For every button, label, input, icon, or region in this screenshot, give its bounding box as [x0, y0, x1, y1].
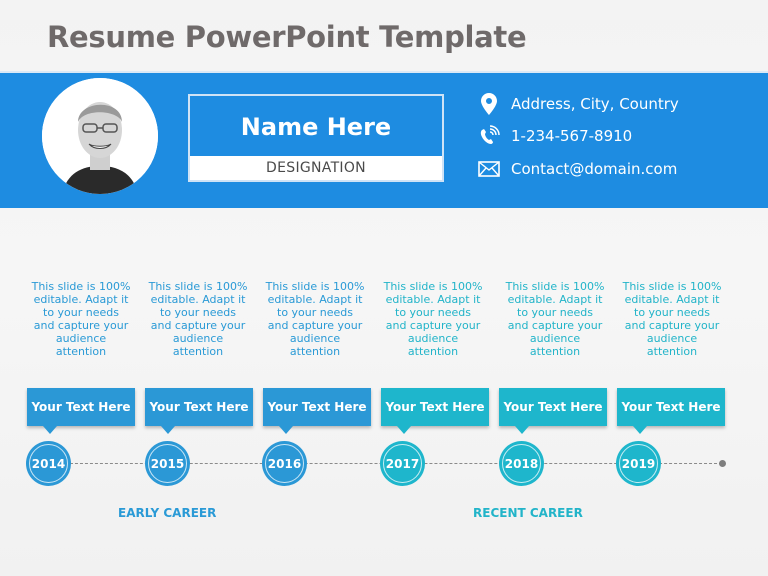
slide-title: Resume PowerPoint Template — [47, 20, 527, 54]
timeline-description: This slide is 100% editable. Adapt it to… — [31, 280, 131, 358]
timeline-end-dot — [719, 460, 726, 467]
year-badge: 2014 — [26, 441, 71, 486]
person-name: Name Here — [240, 112, 392, 141]
early-career-label: EARLY CAREER — [118, 506, 217, 520]
envelope-icon — [478, 158, 500, 180]
phone-icon — [478, 125, 500, 147]
location-pin-icon — [478, 93, 500, 115]
timeline-callout: Your Text Here — [145, 388, 253, 434]
year-badge: 2016 — [262, 441, 307, 486]
timeline-description: This slide is 100% editable. Adapt it to… — [265, 280, 365, 358]
person-designation: DESIGNATION — [190, 156, 442, 180]
timeline-callout: Your Text Here — [27, 388, 135, 434]
email-text: Contact@domain.com — [511, 160, 678, 178]
timeline-callout: Your Text Here — [499, 388, 607, 434]
timeline-description: This slide is 100% editable. Adapt it to… — [148, 280, 248, 358]
timeline-callout: Your Text Here — [381, 388, 489, 434]
year-badge: 2015 — [145, 441, 190, 486]
year-badge: 2018 — [499, 441, 544, 486]
timeline-callout: Your Text Here — [263, 388, 371, 434]
year-badge: 2019 — [616, 441, 661, 486]
timeline-description: This slide is 100% editable. Adapt it to… — [383, 280, 483, 358]
phone-text: 1-234-567-8910 — [511, 127, 633, 145]
name-card: Name Here DESIGNATION — [188, 94, 444, 182]
contact-phone: 1-234-567-8910 — [478, 124, 632, 148]
address-text: Address, City, Country — [511, 95, 679, 113]
timeline-callout: Your Text Here — [617, 388, 725, 434]
timeline-description: This slide is 100% editable. Adapt it to… — [505, 280, 605, 358]
year-badge: 2017 — [380, 441, 425, 486]
person-portrait-icon — [42, 78, 158, 194]
contact-address: Address, City, Country — [478, 92, 679, 116]
contact-email: Contact@domain.com — [478, 157, 677, 181]
timeline-description: This slide is 100% editable. Adapt it to… — [622, 280, 722, 358]
profile-photo — [42, 78, 158, 194]
recent-career-label: RECENT CAREER — [473, 506, 583, 520]
